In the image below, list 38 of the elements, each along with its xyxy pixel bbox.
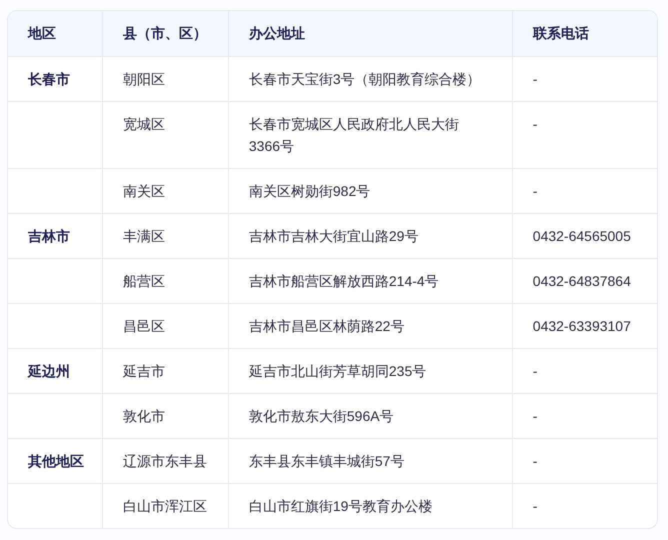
table-cell: - <box>532 70 538 86</box>
table-cell: 宽城区 <box>123 116 166 132</box>
region-label: 长春市 <box>28 70 70 86</box>
table-cell: 丰满区 <box>123 228 166 244</box>
table-cell: 0432-63393107 <box>532 318 631 334</box>
table-cell: 南关区 <box>123 182 166 198</box>
column-header: 办公地址 <box>248 24 305 41</box>
table-cell-text: 吉林市船营区解放西路214-4号 <box>248 272 439 290</box>
table-cell: - <box>532 182 538 198</box>
table-cell: - <box>532 498 538 514</box>
table-cell: 0432-64565005 <box>532 228 631 244</box>
table-cell: 延吉市 <box>123 362 166 378</box>
table-cell: 辽源市东丰县 <box>123 452 208 468</box>
table-cell: - <box>532 452 538 468</box>
table-cell-text: 长春市天宝街3号（朝阳教育综合楼） <box>248 70 481 88</box>
column-header: 地区 <box>28 24 56 41</box>
table-cell: 白山市浑江区 <box>123 498 208 514</box>
table-cell-text: 长春市宽城区人民政府北人民大街3366号 <box>248 114 460 156</box>
table-cell: 0432-64837864 <box>532 272 631 288</box>
table-cell: - <box>532 116 538 132</box>
table-cell-text: 延吉市北山街芳草胡同235号 <box>248 362 426 380</box>
table-cell: 船营区 <box>123 272 166 288</box>
table-cell-text: 南关区树勋街982号 <box>248 182 370 200</box>
table-cell-text: 敦化市敖东大街596A号 <box>248 406 394 426</box>
column-header: 县（市、区） <box>123 24 208 41</box>
table-cell: 敦化市 <box>123 408 166 424</box>
table-cell: 昌邑区 <box>123 318 166 334</box>
table-cell: - <box>532 362 538 378</box>
column-header: 联系电话 <box>532 24 589 41</box>
region-label: 其他地区 <box>28 452 84 468</box>
table-cell: 朝阳区 <box>123 70 166 86</box>
table-cell-text: 东丰县东丰镇丰城街57号 <box>248 452 404 470</box>
table-cell: - <box>532 408 538 424</box>
table-cell-text: 吉林市吉林大街宜山路29号 <box>248 226 418 246</box>
table-cell-text: 白山市红旗街19号教育办公楼 <box>248 496 432 516</box>
region-label: 延边州 <box>28 362 70 378</box>
table-cell-text: 吉林市昌邑区林荫路22号 <box>248 316 404 336</box>
region-label: 吉林市 <box>28 228 70 244</box>
